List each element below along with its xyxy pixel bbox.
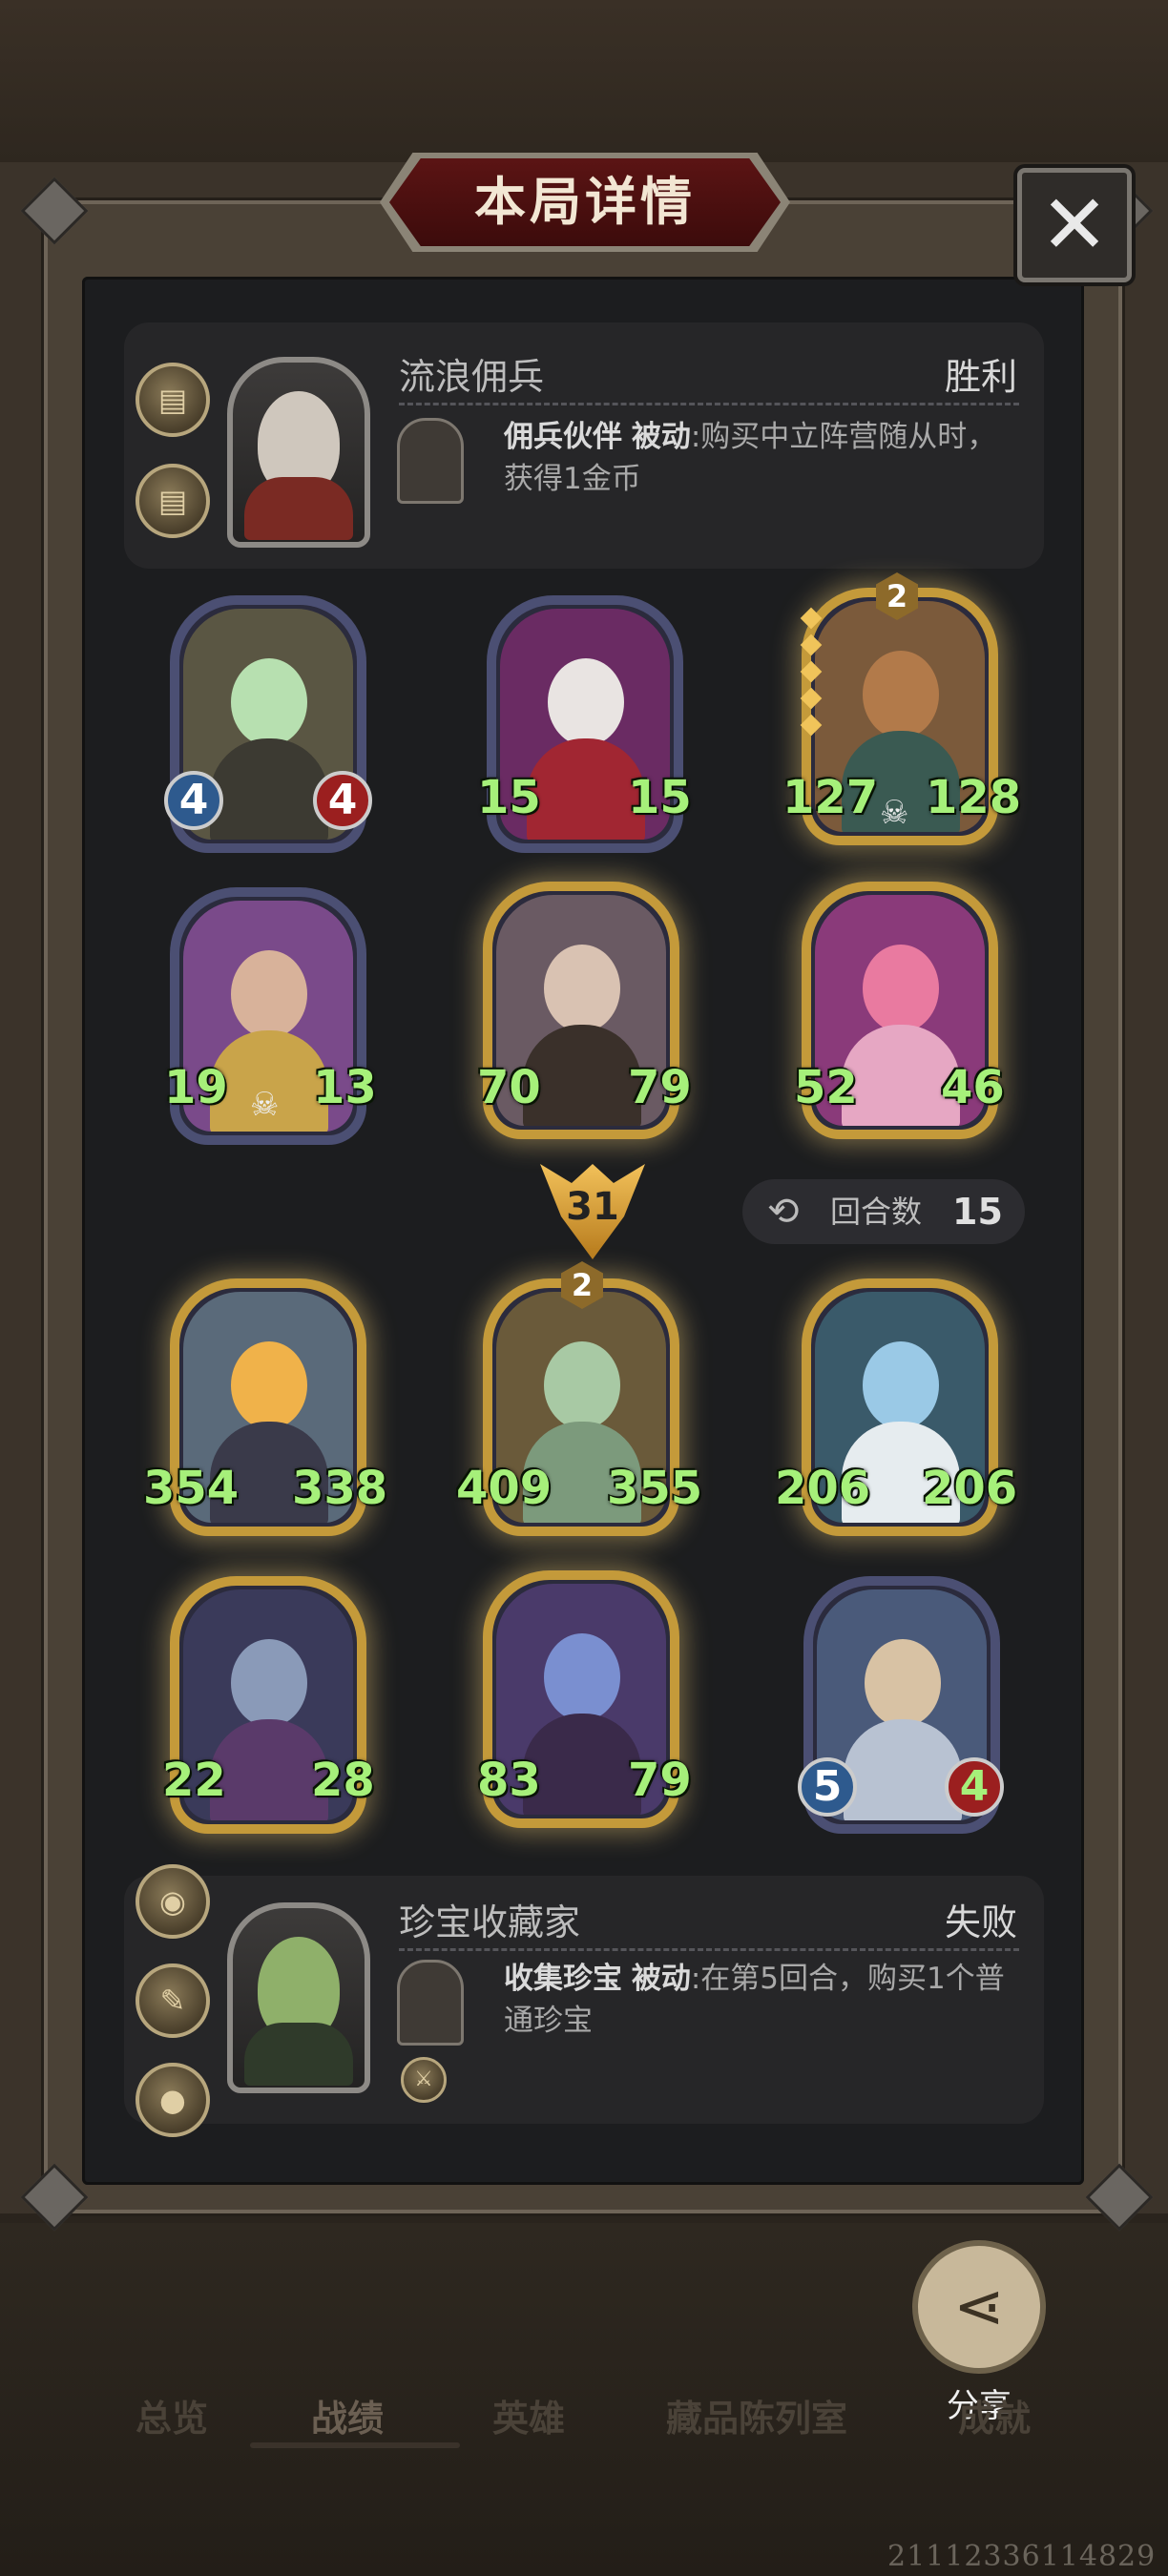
attack-stat: 206	[775, 1462, 871, 1515]
damage-badge: 31	[540, 1164, 645, 1259]
round-label: 回合数	[830, 1194, 923, 1230]
nav-active-indicator	[250, 2442, 460, 2448]
player-result: 失败	[945, 1901, 1018, 1943]
orb-icon[interactable]: ●	[136, 2063, 210, 2137]
health-stat: 46	[941, 1061, 1005, 1114]
attack-stat: 22	[162, 1754, 226, 1807]
hero-power-description: 收集珍宝 被动:在第5回合，购买1个普通珍宝	[504, 1962, 1005, 2038]
attack-stat: 19	[164, 1061, 228, 1114]
nav-tab-collection[interactable]: 藏品陈列室	[666, 2395, 847, 2442]
opponent-panel-top: ▤ ▤ 流浪佣兵 胜利 佣兵伙伴 被动:购买中立阵营随从时，获得1金币	[124, 322, 1044, 569]
hero-power-description: 佣兵伙伴 被动:购买中立阵营随从时，获得1金币	[504, 420, 997, 496]
attack-stat: 4	[164, 771, 223, 830]
health-stat: 79	[628, 1061, 692, 1114]
share-icon: ⋖	[953, 2272, 1005, 2342]
background-top	[0, 0, 1168, 162]
health-stat: 4	[945, 1757, 1004, 1817]
fishbowl-icon[interactable]: ◉	[136, 1864, 210, 1939]
watermark-id: 21112336114829	[887, 2540, 1157, 2573]
health-stat: 28	[311, 1754, 375, 1807]
health-stat: 13	[313, 1061, 377, 1114]
nav-tab-records[interactable]: 战绩	[311, 2395, 384, 2442]
hero-portrait-collector[interactable]	[227, 1902, 370, 2093]
hero-portrait-mercenary[interactable]	[227, 357, 370, 548]
skull-icon: ☠	[250, 1086, 280, 1124]
player-name: 珍宝收藏家	[399, 1901, 581, 1943]
health-stat: 15	[628, 771, 692, 824]
health-stat: 79	[628, 1754, 692, 1807]
hero-power-icon[interactable]	[397, 1960, 464, 2046]
hero-power-icon[interactable]	[397, 418, 464, 504]
book-icon[interactable]: ▤	[136, 363, 210, 437]
attack-stat: 354	[143, 1462, 240, 1515]
health-stat: 338	[292, 1462, 388, 1515]
damage-value: 31	[566, 1185, 619, 1229]
round-value: 15	[952, 1191, 1003, 1233]
nav-tab-achievements[interactable]: 成就	[958, 2395, 1031, 2442]
attack-stat: 83	[477, 1754, 541, 1807]
health-stat: 206	[922, 1462, 1018, 1515]
attack-stat: 5	[798, 1757, 857, 1817]
player-panel-bottom: ◉ ✎ ● ⚔ 珍宝收藏家 失败 收集珍宝 被动:在第5回合，购买1个普通珍宝	[124, 1864, 1044, 2137]
share-button[interactable]: ⋖	[912, 2240, 1046, 2374]
dialog-title-banner: 本局详情	[370, 153, 800, 252]
player-result: 胜利	[945, 356, 1018, 398]
close-button[interactable]: ✕	[1017, 168, 1132, 282]
health-stat: 355	[607, 1462, 703, 1515]
sword-icon[interactable]: ⚔	[401, 2057, 447, 2103]
nav-tab-overview[interactable]: 总览	[136, 2395, 208, 2442]
scroll-icon[interactable]: ✎	[136, 1963, 210, 2038]
divider	[399, 1948, 1019, 1951]
attack-stat: 52	[794, 1061, 858, 1114]
health-stat: 4	[313, 771, 372, 830]
refresh-icon: ⟲	[767, 1190, 800, 1234]
attack-stat: 15	[477, 771, 541, 824]
round-indicator: ⟲ 回合数 15	[742, 1179, 1025, 1244]
dialog-title: 本局详情	[474, 172, 696, 232]
book-icon[interactable]: ▤	[136, 464, 210, 538]
attack-stat: 70	[477, 1061, 541, 1114]
attack-stat: 127	[782, 771, 879, 824]
health-stat: 128	[926, 771, 1022, 824]
skull-icon: ☠	[880, 794, 909, 832]
nav-tab-heroes[interactable]: 英雄	[492, 2395, 565, 2442]
golden-pips	[800, 607, 823, 744]
close-icon: ✕	[1039, 177, 1110, 273]
player-name: 流浪佣兵	[399, 356, 545, 398]
divider	[399, 403, 1019, 405]
attack-stat: 409	[456, 1462, 553, 1515]
